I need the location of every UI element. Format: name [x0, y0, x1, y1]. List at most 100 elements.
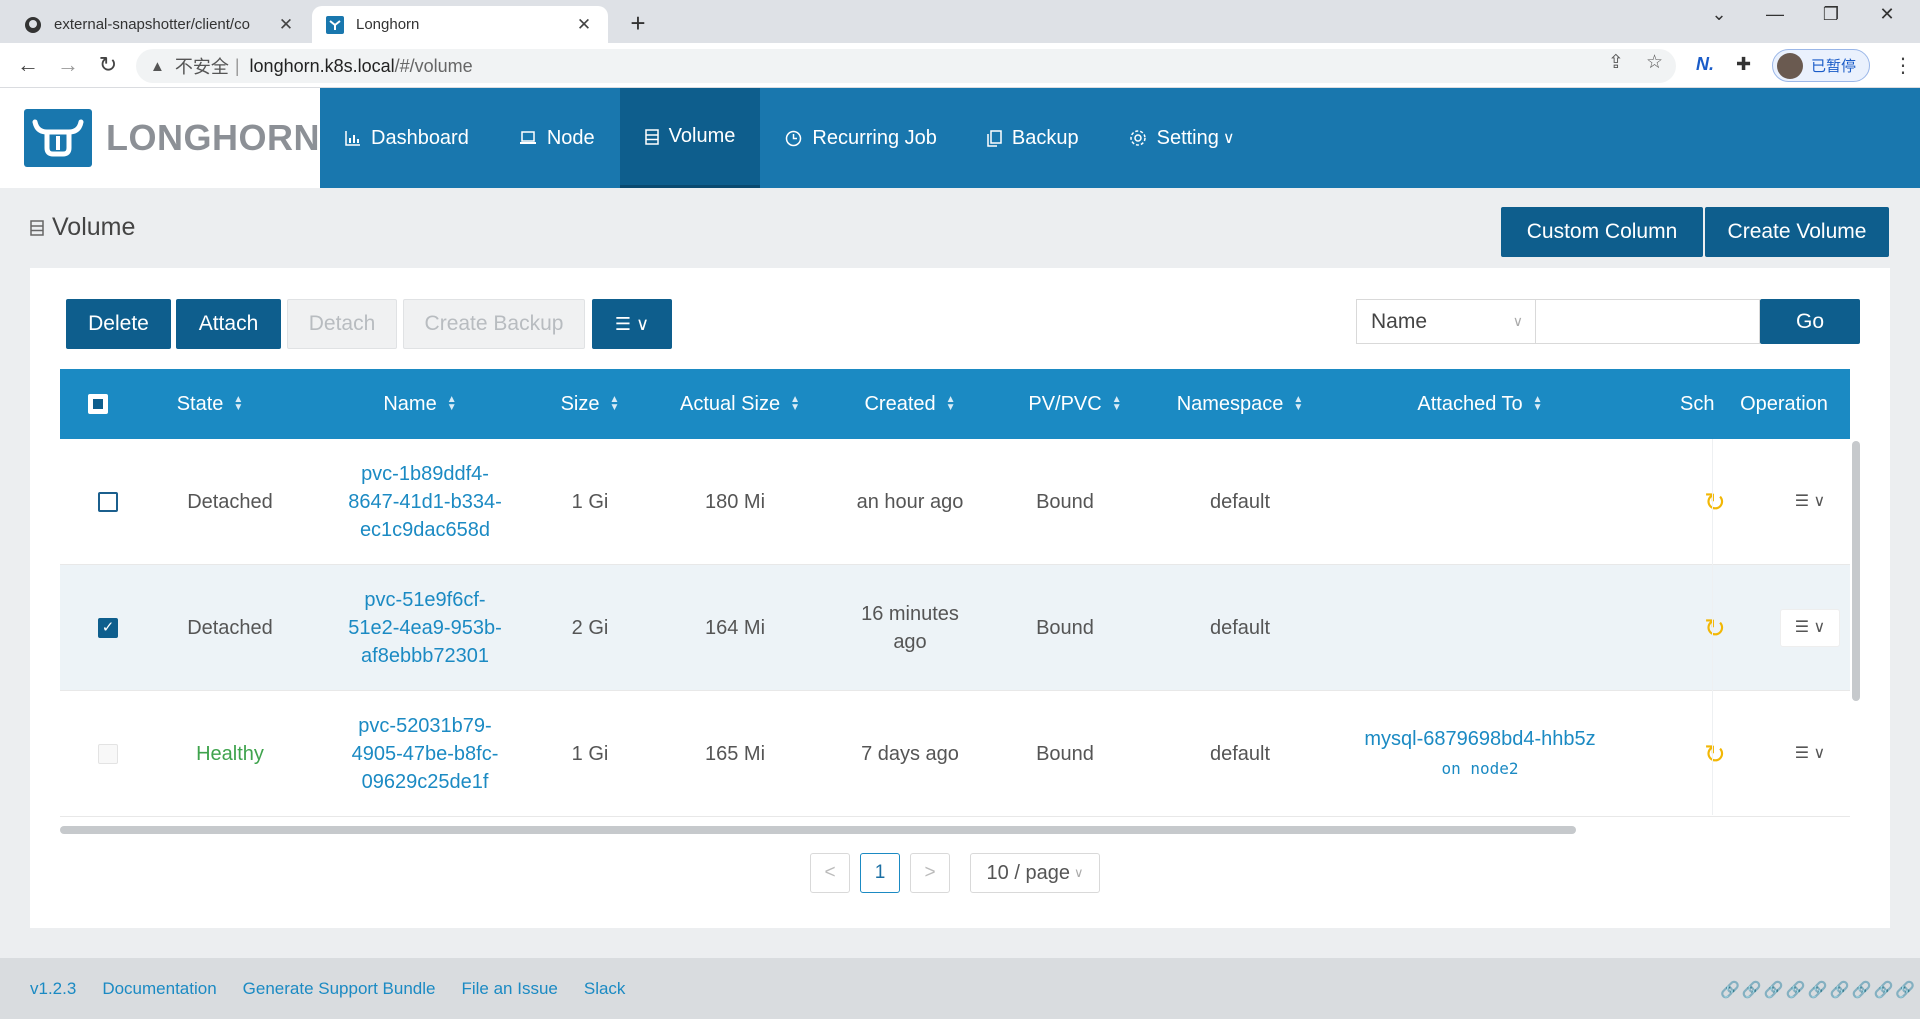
horizontal-scrollbar[interactable]: [60, 826, 1576, 834]
close-icon[interactable]: ✕: [276, 15, 296, 35]
slack-link[interactable]: Slack: [584, 979, 626, 999]
main-menu: Dashboard Node Volume Recurring Job Back…: [320, 88, 1260, 188]
attached-pod-link[interactable]: mysql-6879698bd4-hhb5z: [1364, 725, 1595, 753]
delete-button[interactable]: Delete: [66, 299, 171, 349]
close-icon[interactable]: ✕: [574, 15, 594, 35]
volume-name-link[interactable]: pvc-51e9f6cf- 51e2-4ea9-953b- af8ebbb723…: [320, 565, 530, 691]
name-line: 8647-41d1-b334-: [348, 491, 502, 513]
page-size-select[interactable]: 10 / page ∨: [970, 853, 1100, 893]
row-checkbox[interactable]: ✓: [98, 618, 118, 638]
extensions-puzzle-icon[interactable]: ✚: [1736, 54, 1751, 75]
size-cell: 2 Gi: [571, 617, 609, 639]
operation-menu-button[interactable]: ☰ ∨: [1780, 483, 1840, 521]
detach-button[interactable]: Detach: [287, 299, 397, 349]
menu-volume[interactable]: Volume: [619, 88, 761, 188]
documentation-link[interactable]: Documentation: [102, 979, 216, 999]
actual-size-cell: 180 Mi: [704, 491, 766, 513]
file-issue-link[interactable]: File an Issue: [461, 979, 557, 999]
column-header-namespace[interactable]: Namespace ▲ ▼: [1160, 369, 1320, 439]
link-icon: 🔗: [1741, 982, 1762, 999]
size-cell: 1 Gi: [571, 743, 609, 765]
footer: v1.2.3 Documentation Generate Support Bu…: [0, 958, 1920, 1019]
browser-tab-github[interactable]: external-snapshotter/client/co ✕: [10, 6, 310, 43]
row-checkbox[interactable]: [98, 492, 118, 512]
menu-label: Setting: [1156, 126, 1219, 149]
profile-button[interactable]: 已暂停: [1772, 49, 1870, 82]
schedule-icon[interactable]: ↻: [1704, 691, 1726, 817]
menu-backup[interactable]: Backup: [962, 88, 1104, 188]
menu-label: Volume: [668, 125, 736, 147]
new-tab-icon[interactable]: +: [624, 8, 652, 39]
column-label: Operation: [1740, 392, 1828, 415]
menu-setting[interactable]: Setting ∨: [1104, 88, 1260, 188]
operation-menu-button[interactable]: ☰ ∨: [1780, 735, 1840, 773]
created-line: ago: [893, 631, 927, 653]
link-icon: 🔗: [1807, 982, 1828, 999]
bookmark-star-icon[interactable]: ☆: [1646, 51, 1663, 74]
extension-n-icon[interactable]: N.: [1696, 54, 1714, 75]
back-icon[interactable]: ←: [14, 52, 42, 78]
state-cell: Detached: [187, 617, 273, 639]
volume-name-link[interactable]: pvc-52031b79- 4905-47be-b8fc- 09629c25de…: [320, 691, 530, 817]
url-path: /#/volume: [394, 55, 473, 76]
operation-menu-button[interactable]: ☰ ∨: [1780, 609, 1840, 647]
logo[interactable]: LONGHORN: [0, 88, 320, 188]
link-icon: 🔗: [1829, 982, 1850, 999]
pvpvc-cell: Bound: [1036, 743, 1094, 765]
schedule-icon[interactable]: ↻: [1704, 439, 1726, 565]
tab-search-icon[interactable]: ⌄: [1696, 4, 1742, 25]
menu-recurring-job[interactable]: Recurring Job: [760, 88, 962, 188]
database-icon: [30, 219, 44, 236]
sort-icon: ▲ ▼: [233, 394, 244, 413]
attach-button[interactable]: Attach: [176, 299, 281, 349]
menu-label: Backup: [1011, 126, 1079, 149]
column-header-state[interactable]: State ▲ ▼: [150, 369, 270, 439]
prev-page-button[interactable]: <: [810, 853, 850, 893]
created-cell: 16 minutes ago: [830, 565, 990, 691]
browser-tab-longhorn[interactable]: Longhorn ✕: [312, 6, 608, 43]
search-field-select[interactable]: Name ∨: [1356, 299, 1536, 344]
reload-icon[interactable]: ↻: [94, 52, 122, 78]
column-header-name[interactable]: Name ▲ ▼: [350, 369, 490, 439]
attached-node-link[interactable]: on node2: [1441, 755, 1518, 783]
support-bundle-link[interactable]: Generate Support Bundle: [243, 979, 436, 999]
forward-icon[interactable]: →: [54, 52, 82, 78]
column-header-actual-size[interactable]: Actual Size ▲ ▼: [660, 369, 820, 439]
column-header-pv-pvc[interactable]: PV/PVC ▲ ▼: [1000, 369, 1150, 439]
next-page-button[interactable]: >: [910, 853, 950, 893]
column-label: Name: [383, 392, 437, 415]
menu-label: Recurring Job: [812, 126, 937, 149]
create-volume-button[interactable]: Create Volume: [1705, 207, 1889, 257]
menu-dashboard[interactable]: Dashboard: [320, 88, 494, 188]
row-checkbox[interactable]: [98, 744, 118, 764]
column-label: Namespace: [1176, 392, 1284, 415]
column-header-size[interactable]: Size ▲ ▼: [530, 369, 650, 439]
volume-name-link[interactable]: pvc-1b89ddf4- 8647-41d1-b334- ec1c9dac65…: [320, 439, 530, 565]
go-button[interactable]: Go: [1760, 299, 1860, 344]
created-line: 16 minutes: [861, 603, 959, 625]
restore-icon[interactable]: ❐: [1808, 4, 1854, 25]
column-header-attached-to[interactable]: Attached To ▲ ▼: [1360, 369, 1600, 439]
url-input[interactable]: ▲ 不安全 | longhorn.k8s.local /#/volume: [136, 49, 1676, 83]
schedule-icon[interactable]: ↻: [1704, 565, 1726, 691]
vertical-scrollbar[interactable]: [1852, 441, 1860, 701]
copy-icon: [987, 129, 1002, 147]
link-icon: 🔗: [1873, 982, 1894, 999]
version-link[interactable]: v1.2.3: [30, 979, 76, 999]
search-input[interactable]: [1536, 299, 1760, 344]
share-icon[interactable]: ⇪: [1608, 51, 1624, 74]
create-backup-button[interactable]: Create Backup: [403, 299, 585, 349]
link-icon: 🔗: [1851, 982, 1872, 999]
custom-column-button[interactable]: Custom Column: [1501, 207, 1703, 257]
created-line: an hour ago: [856, 491, 964, 513]
created-cell: an hour ago: [830, 439, 990, 565]
page-1-button[interactable]: 1: [860, 853, 900, 893]
bulk-actions-button[interactable]: ☰ ∨: [592, 299, 672, 349]
select-all-checkbox[interactable]: [88, 394, 108, 414]
more-menu-icon[interactable]: ⋮: [1893, 53, 1913, 78]
minimize-icon[interactable]: —: [1752, 4, 1798, 25]
created-line: 7 days ago: [861, 743, 959, 765]
column-header-created[interactable]: Created ▲ ▼: [830, 369, 990, 439]
window-close-icon[interactable]: ✕: [1864, 4, 1910, 25]
menu-node[interactable]: Node: [494, 88, 620, 188]
